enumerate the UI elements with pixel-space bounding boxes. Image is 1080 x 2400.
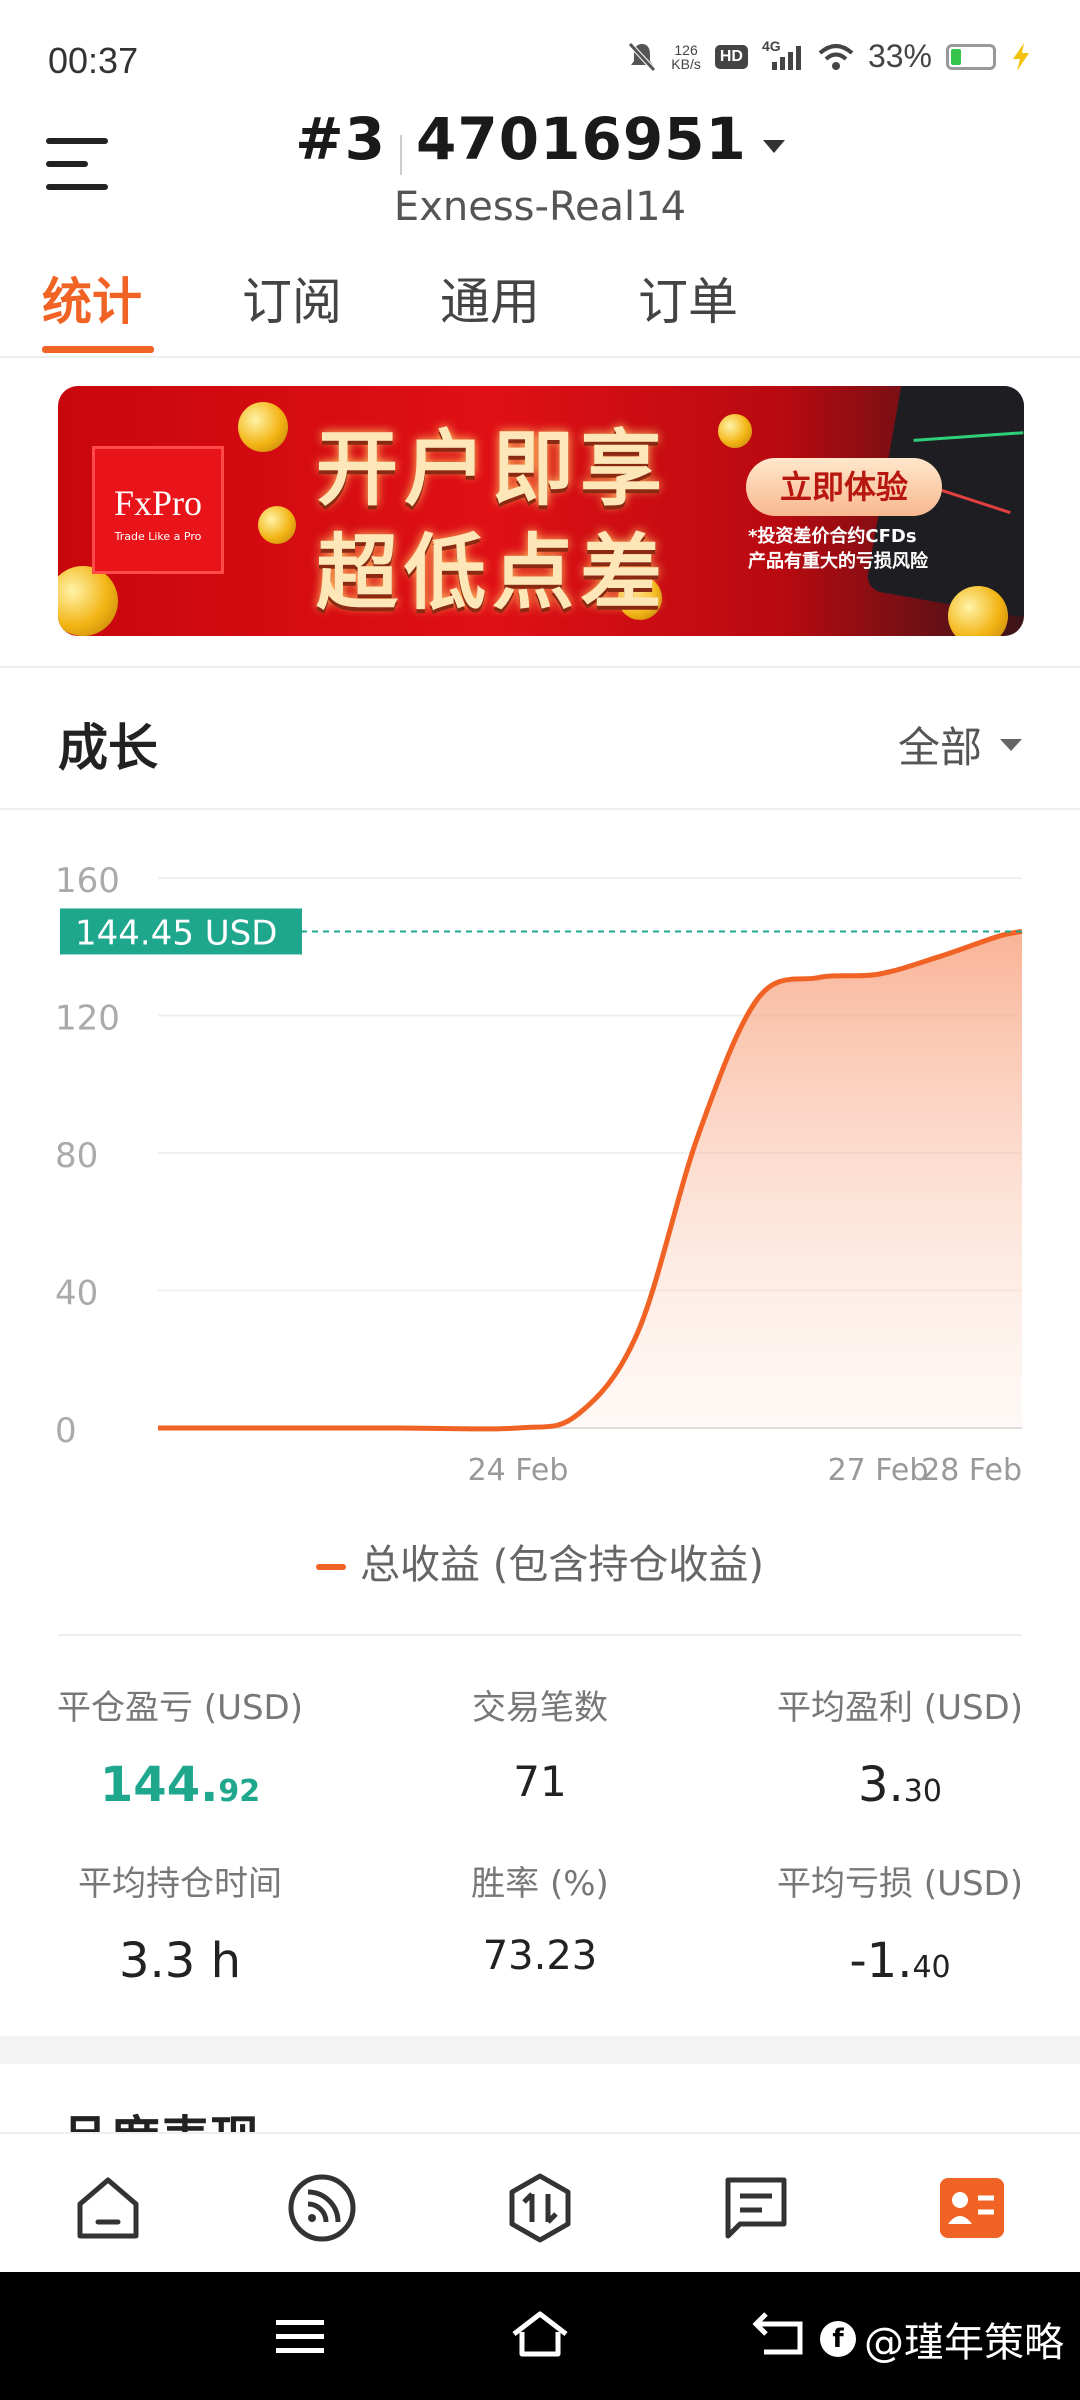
stat-avg-loss: 平均亏损 (USD) -1.40 — [720, 1856, 1080, 1989]
fxpro-logo: FxPro Trade Like a Pro — [92, 446, 224, 574]
battery-percent: 33% — [867, 38, 932, 74]
section-title-growth: 成长 — [58, 719, 158, 777]
profile-card-icon[interactable] — [936, 2172, 1008, 2244]
status-time: 00:37 — [48, 40, 139, 81]
tab-orders[interactable]: 订单 — [638, 262, 738, 334]
banner-headline-2: 超低点差 — [316, 526, 669, 621]
status-bar: 00:37 126 KB/s HD 4G 33% — [0, 0, 1080, 110]
chevron-down-icon — [762, 140, 785, 153]
y-tick-label: 160 — [55, 861, 120, 901]
signal-4g-icon: 4G — [762, 38, 804, 72]
back-icon[interactable] — [752, 2308, 808, 2358]
chart-legend: 总收益 (包含持仓收益) — [0, 1532, 1080, 1590]
home-icon[interactable] — [72, 2172, 144, 2244]
stat-trade-count: 交易笔数 71 — [360, 1680, 720, 1806]
win-rate-value: 73.23 — [482, 1933, 598, 1979]
account-number: 47016951 — [416, 105, 747, 173]
stat-avg-hold-time: 平均持仓时间 3.3 h — [0, 1856, 360, 1989]
stat-closed-pl: 平仓盈亏 (USD) 144.92 — [0, 1680, 360, 1813]
y-tick-label: 80 — [55, 1136, 98, 1176]
tab-bar: 统计 订阅 通用 订单 — [0, 262, 1080, 358]
x-tick-label: 27 Feb — [828, 1453, 929, 1488]
trade-icon[interactable] — [504, 2172, 576, 2244]
tab-general[interactable]: 通用 — [440, 262, 540, 334]
wifi-icon — [818, 43, 854, 70]
active-tab-indicator — [42, 346, 154, 353]
account-selector[interactable]: #3 47016951 — [0, 105, 1080, 175]
hd-icon: HD — [714, 44, 748, 69]
y-tick-label: 40 — [55, 1274, 98, 1314]
series-area — [158, 931, 1022, 1430]
server-name: Exness-Real14 — [393, 184, 687, 230]
legend-label: 总收益 (包含持仓收益) — [360, 1542, 764, 1588]
growth-chart[interactable]: 0 40 80 120 160 144.45 USD 24 Feb 27 Feb28 Fe… — [0, 820, 1080, 1520]
mute-bell-icon — [628, 41, 657, 72]
feed-icon[interactable] — [286, 2172, 358, 2244]
section-separator — [0, 2036, 1080, 2064]
system-home-icon[interactable] — [508, 2308, 572, 2360]
divider — [0, 666, 1080, 668]
y-tick-label: 120 — [55, 999, 120, 1039]
avg-hold-value: 3.3 h — [118, 1933, 241, 1989]
watermark: f @瑾年策略 — [820, 2310, 1064, 2368]
trade-count-value: 71 — [513, 1757, 567, 1806]
system-navigation-bar: f @瑾年策略 — [0, 2272, 1080, 2400]
banner-risk-note: *投资差价合约CFDs 产品有重大的亏损风险 — [748, 526, 928, 572]
watermark-logo-icon: f — [820, 2321, 856, 2357]
battery-icon — [946, 43, 996, 70]
banner-cta-button[interactable]: 立即体验 — [746, 458, 942, 516]
tab-subscription[interactable]: 订阅 — [242, 262, 342, 334]
period-filter-dropdown[interactable]: 全部 — [898, 714, 1022, 775]
stat-avg-profit: 平均盈利 (USD) 3.30 — [720, 1680, 1080, 1813]
bottom-navigation — [0, 2132, 1080, 2274]
caret-down-icon — [1000, 738, 1022, 751]
divider — [0, 808, 1080, 810]
y-tick-label: 0 — [55, 1411, 77, 1451]
ad-banner[interactable]: FxPro Trade Like a Pro 开户即享 超低点差 立即体验 *投… — [58, 386, 1024, 636]
messages-icon[interactable] — [720, 2172, 792, 2244]
x-tick-label: 24 Feb — [468, 1453, 569, 1488]
charging-icon — [1013, 42, 1029, 71]
period-filter-label: 全部 — [897, 723, 982, 772]
avg-loss-value: -1.40 — [849, 1933, 951, 1989]
divider — [58, 1634, 1022, 1636]
recents-icon[interactable] — [276, 2316, 324, 2356]
section-title-monthly: 品度表现 — [60, 2100, 260, 2132]
stat-win-rate: 胜率 (%) 73.23 — [360, 1856, 720, 1979]
current-value-label: 144.45 USD — [75, 913, 277, 953]
banner-headline-1: 开户即享 — [316, 422, 669, 517]
closed-pl-value: 144.92 — [99, 1757, 261, 1813]
tab-statistics[interactable]: 统计 — [42, 262, 142, 334]
account-prefix: #3 — [295, 105, 387, 173]
avg-profit-value: 3.30 — [858, 1757, 942, 1813]
legend-swatch — [316, 1564, 347, 1570]
status-icons: 126 KB/s HD 4G 33% — [627, 38, 1032, 75]
net-speed: 126 KB/s — [671, 41, 701, 72]
x-tick-label: 28 Feb — [921, 1453, 1022, 1488]
